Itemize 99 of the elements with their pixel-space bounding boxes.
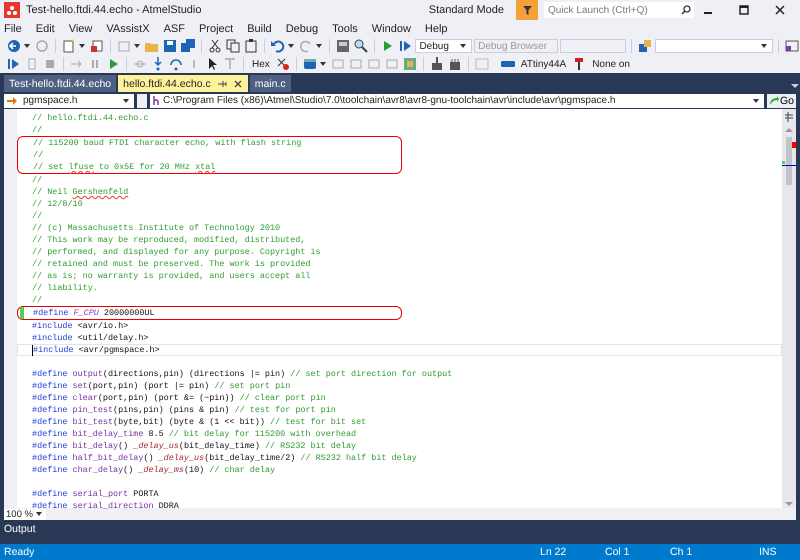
code-line: #define F_CPU 20000000UL bbox=[18, 307, 401, 319]
code-line: #define clear(port,pin) (port &= (~pin)) // clear port pin bbox=[31, 392, 327, 404]
menu-item[interactable]: Edit bbox=[28, 22, 62, 34]
code-line: // liability. bbox=[31, 282, 99, 294]
document-tab[interactable]: hello.ftdi.44.echo.c bbox=[118, 75, 248, 92]
header-file-icon bbox=[153, 96, 159, 105]
caret-icon[interactable] bbox=[24, 44, 30, 48]
configuration-dropdown[interactable]: Debug bbox=[415, 39, 472, 53]
code-line: #define output(directions,pin) (directions |= pin) // set port direction for output bbox=[31, 368, 454, 380]
code-line: #include <avr/io.h> bbox=[31, 320, 130, 332]
file-path-dropdown[interactable]: C:\Program Files (x86)\Atmel\Studio\7.0\toolchain\avr8\avr8-gnu-toolchain\avr\include\avr\pgmspace.h bbox=[150, 94, 764, 108]
code-line: // bbox=[32, 149, 44, 161]
dropdown-caret-icon[interactable] bbox=[460, 44, 466, 48]
code-line: #define bit_delay_time 8.5 // bit delay for 115200 with overhead bbox=[31, 428, 358, 440]
window-title: Test-hello.ftdi.44.echo - AtmelStudio bbox=[26, 4, 202, 16]
spin-control[interactable] bbox=[137, 94, 147, 108]
tool-selector[interactable]: None on bbox=[589, 58, 633, 70]
new-project-icon[interactable] bbox=[60, 38, 77, 54]
window-icon[interactable] bbox=[784, 38, 800, 54]
text-cursor bbox=[32, 345, 33, 356]
filter-button[interactable] bbox=[516, 0, 538, 20]
column-indicator: Col 1 bbox=[605, 546, 631, 558]
menu-item[interactable]: Window bbox=[364, 22, 418, 34]
search-icon bbox=[681, 5, 691, 15]
menu-item[interactable]: Debug bbox=[278, 22, 326, 34]
char-indicator: Ch 1 bbox=[670, 546, 694, 558]
dropdown-caret-icon[interactable] bbox=[752, 98, 759, 102]
go-arrow-icon bbox=[768, 96, 779, 106]
start-without-debugging-icon[interactable] bbox=[397, 38, 414, 54]
code-line: // as is; no warranty is provided, and users accept all bbox=[31, 270, 312, 282]
code-line: // set lfuse to 0x5E for 20 MHz xtal bbox=[32, 161, 216, 173]
insert-mode-indicator: INS bbox=[759, 546, 777, 558]
caret-icon[interactable] bbox=[316, 44, 322, 48]
menu-item[interactable]: VAssistX bbox=[99, 22, 157, 34]
change-marker bbox=[782, 161, 785, 164]
code-line: #define serial_port PORTA bbox=[31, 488, 160, 500]
mode-label: Standard Mode bbox=[428, 4, 504, 16]
menu-item[interactable]: View bbox=[62, 22, 100, 34]
code-line: // bbox=[31, 210, 44, 222]
code-line: // hello.ftdi.44.echo.c bbox=[31, 112, 150, 124]
close-icon[interactable] bbox=[232, 78, 243, 90]
save-all-icon[interactable] bbox=[180, 38, 196, 54]
cut-icon[interactable] bbox=[206, 38, 223, 54]
caret-icon[interactable] bbox=[134, 44, 140, 48]
error-marker bbox=[792, 142, 796, 148]
document-tab[interactable]: main.c bbox=[250, 75, 291, 92]
menu-item[interactable]: File bbox=[0, 22, 29, 34]
caret-icon[interactable] bbox=[78, 44, 85, 48]
device-selector[interactable]: ATtiny44A bbox=[518, 58, 570, 70]
code-line: // 12/8/10 bbox=[31, 198, 84, 210]
code-line: #define serial_direction DDRA bbox=[32, 500, 180, 511]
dropdown-caret-icon[interactable] bbox=[761, 44, 768, 48]
code-line: #define pin_test(pins,pin) (pins & pin) // test for port pin bbox=[31, 404, 337, 416]
copy-icon[interactable] bbox=[224, 38, 241, 54]
app-logo-icon bbox=[4, 2, 20, 18]
code-line: // Neil Gershenfeld bbox=[31, 186, 130, 198]
code-line: // bbox=[31, 174, 44, 186]
back-icon[interactable] bbox=[6, 38, 22, 54]
split-icon[interactable] bbox=[783, 111, 795, 123]
menu-item[interactable]: ASF bbox=[156, 22, 192, 34]
add-item-icon[interactable] bbox=[88, 38, 105, 54]
menu-item[interactable]: Tools bbox=[325, 22, 365, 34]
caret-icon[interactable] bbox=[288, 44, 294, 48]
filter-icon bbox=[522, 6, 532, 14]
code-line: // bbox=[31, 124, 44, 136]
menu-item[interactable]: Help bbox=[418, 22, 455, 34]
status-message: Ready bbox=[4, 546, 36, 558]
code-line: #include <util/delay.h> bbox=[31, 332, 150, 344]
scope-dropdown[interactable]: pgmspace.h bbox=[4, 94, 134, 108]
undo-icon[interactable] bbox=[270, 38, 286, 54]
go-button[interactable]: Go bbox=[766, 94, 796, 108]
output-panel-title[interactable]: Output bbox=[4, 523, 36, 535]
code-line: // retained and must be preserved. The work is provided bbox=[31, 258, 312, 270]
menu-item[interactable]: Project bbox=[192, 22, 240, 34]
code-line: // 115200 baud FTDI character echo, with flash string bbox=[32, 137, 302, 149]
code-line: #define char_delay() _delay_ms(10) // char delay bbox=[31, 464, 276, 476]
hex-toggle[interactable]: Hex bbox=[249, 58, 273, 70]
code-line: // performed, and displayed for any purpose. Copyright is bbox=[31, 246, 322, 258]
zoom-dropdown[interactable]: 100 % bbox=[4, 508, 46, 520]
document-tab[interactable]: Test-hello.ftdi.44.echo bbox=[4, 75, 116, 92]
quick-launch-field[interactable]: Quick Launch (Ctrl+Q) bbox=[544, 2, 694, 18]
caret-marker bbox=[782, 165, 796, 166]
dropdown-caret-icon[interactable] bbox=[36, 512, 42, 516]
code-line: // (c) Massachusetts Institute of Technology 2010 bbox=[31, 222, 282, 234]
line-indicator: Ln 22 bbox=[540, 546, 568, 558]
code-line: #define bit_delay() _delay_us(bit_delay_time) // RS232 bit delay bbox=[31, 440, 358, 452]
hex-display-icon[interactable] bbox=[274, 56, 291, 72]
save-icon[interactable] bbox=[162, 38, 178, 54]
code-line: // bbox=[31, 294, 44, 306]
caret-icon[interactable] bbox=[320, 62, 326, 66]
code-line: #define bit_test(byte,bit) (byte & (1 << bit)) // test for bit set bbox=[31, 416, 368, 428]
code-line: #define half_bit_delay() _delay_us(bit_delay_time/2) // RS232 half bit delay bbox=[31, 452, 418, 464]
code-line: // This work may be reproduced, modified, distributed, bbox=[31, 234, 306, 246]
menu-item[interactable]: Build bbox=[240, 22, 279, 34]
code-line: #define set(port,pin) (port |= pin) // set port pin bbox=[31, 380, 292, 392]
dropdown-caret-icon[interactable] bbox=[123, 98, 129, 102]
find-icon[interactable] bbox=[352, 38, 369, 54]
paste-icon[interactable] bbox=[242, 38, 259, 54]
arrow-icon bbox=[7, 96, 17, 104]
